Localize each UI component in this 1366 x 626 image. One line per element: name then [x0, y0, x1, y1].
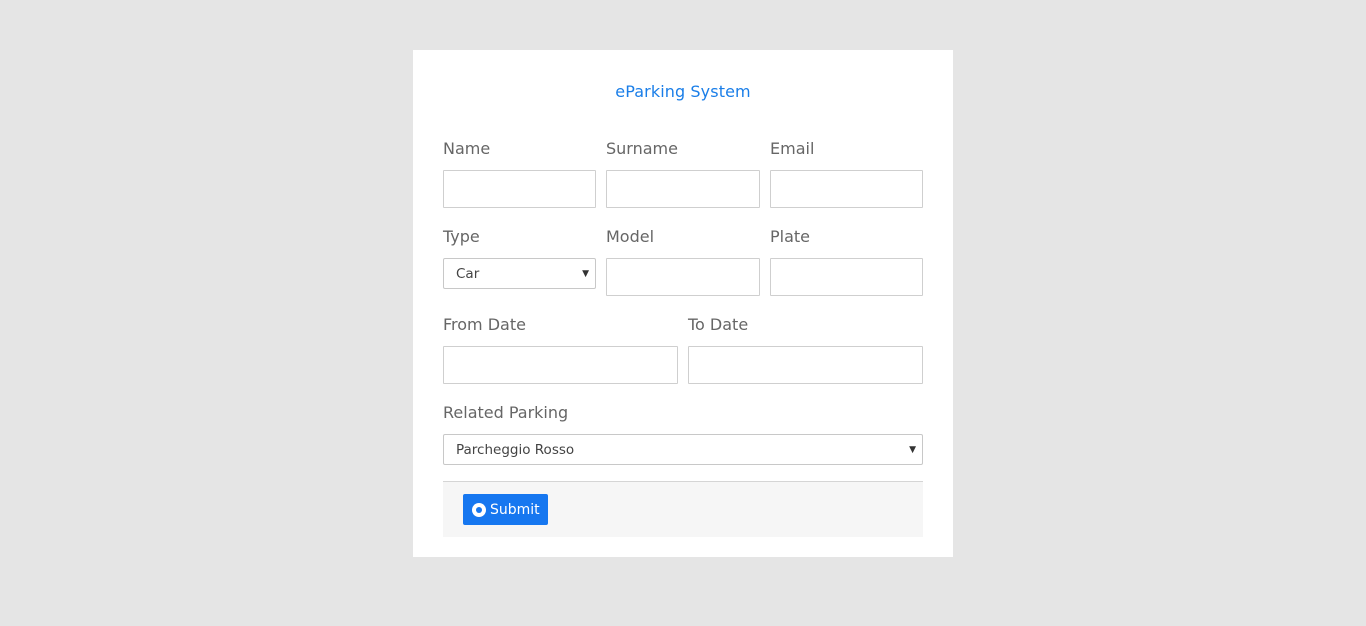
name-field[interactable]	[443, 170, 596, 208]
type-select[interactable]: Car ▼	[443, 258, 596, 289]
plate-label: Plate	[770, 227, 811, 246]
parking-form-card: eParking System Name Surname Email Type …	[413, 50, 953, 557]
model-label: Model	[606, 227, 655, 246]
type-select-value: Car	[456, 265, 480, 282]
submit-label: Submit	[490, 501, 540, 518]
related-parking-value: Parcheggio Rosso	[456, 441, 575, 458]
from-date-field[interactable]	[443, 346, 678, 384]
caret-down-icon: ▼	[909, 444, 916, 455]
to-date-label: To Date	[688, 315, 749, 334]
form-footer: Submit	[443, 481, 923, 537]
email-label: Email	[770, 139, 815, 158]
email-field[interactable]	[770, 170, 923, 208]
type-label: Type	[443, 227, 480, 246]
related-parking-label: Related Parking	[443, 403, 569, 422]
submit-button[interactable]: Submit	[463, 494, 548, 525]
name-label: Name	[443, 139, 491, 158]
model-field[interactable]	[606, 258, 760, 296]
circle-dot-icon	[472, 502, 486, 517]
plate-field[interactable]	[770, 258, 923, 296]
caret-down-icon: ▼	[582, 268, 589, 279]
to-date-field[interactable]	[688, 346, 923, 384]
related-parking-select[interactable]: Parcheggio Rosso ▼	[443, 434, 923, 465]
surname-label: Surname	[606, 139, 678, 158]
form-title: eParking System	[615, 82, 751, 101]
from-date-label: From Date	[443, 315, 526, 334]
surname-field[interactable]	[606, 170, 760, 208]
